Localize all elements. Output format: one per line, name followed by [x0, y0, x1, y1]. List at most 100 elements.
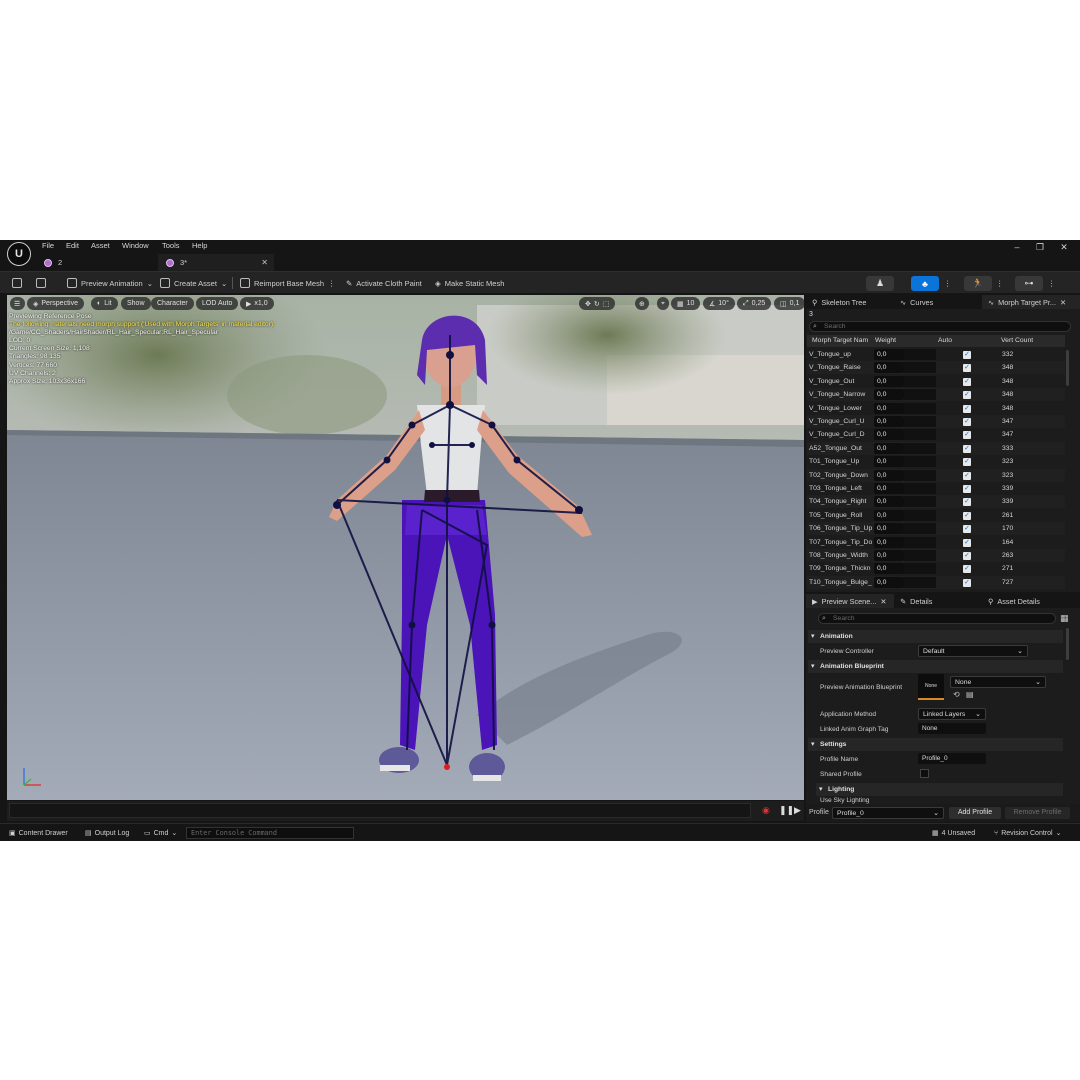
lod-button[interactable]: LOD Auto — [196, 297, 239, 310]
close-tab-icon[interactable]: ✕ — [880, 597, 886, 606]
morph-row[interactable]: V_Tongue_Lower 0,0 ✓ 348 — [807, 402, 1065, 415]
console-input[interactable]: Enter Console Command — [186, 827, 354, 839]
application-method-dropdown[interactable]: Linked Layers ⌄ — [918, 708, 986, 720]
maximize-icon[interactable]: ❐ — [1033, 242, 1047, 253]
morph-row[interactable]: V_Tongue_Narrow 0,0 ✓ 348 — [807, 388, 1065, 402]
morph-weight-slider[interactable] — [904, 362, 936, 374]
auto-checkbox[interactable]: ✓ — [963, 511, 971, 520]
col-weight[interactable]: Weight — [875, 337, 896, 344]
more-options-icon[interactable]: ⋮ — [996, 276, 1004, 290]
tab-curves[interactable]: ∿ Curves — [894, 295, 980, 309]
morph-weight-input[interactable]: 0,0 — [874, 523, 904, 535]
col-morph-name[interactable]: Morph Target Nam — [812, 337, 868, 344]
morph-weight-slider[interactable] — [904, 429, 936, 441]
cloth-paint-button[interactable]: ✎ Activate Cloth Paint — [346, 276, 422, 290]
morph-weight-input[interactable]: 0,0 — [874, 483, 904, 494]
cmd-dropdown[interactable]: ▭ Cmd ⌄ — [144, 827, 177, 839]
morph-weight-input[interactable]: 0,0 — [874, 536, 904, 548]
morph-row[interactable]: T04_Tongue_Right 0,0 ✓ 339 — [807, 495, 1065, 509]
tab-doc-3[interactable]: 3* ✕ — [158, 254, 274, 271]
section-lighting[interactable]: ▾ Lighting — [816, 783, 1063, 796]
auto-checkbox[interactable]: ✓ — [963, 391, 971, 400]
auto-checkbox[interactable]: ✓ — [963, 418, 971, 426]
morph-weight-slider[interactable] — [904, 456, 936, 468]
morph-weight-slider[interactable] — [904, 550, 936, 561]
auto-checkbox[interactable]: ✓ — [963, 377, 971, 386]
camera-speed-button[interactable]: ◫ 0,1 — [774, 297, 804, 310]
character-button[interactable]: Character — [151, 297, 194, 310]
morph-weight-slider[interactable] — [904, 509, 936, 521]
auto-checkbox[interactable]: ✓ — [963, 525, 971, 534]
viewport-menu-icon[interactable]: ☰ — [10, 297, 25, 310]
menu-edit[interactable]: Edit — [66, 241, 79, 250]
tab-doc-2[interactable]: 2 — [36, 254, 156, 271]
grid-snap-button[interactable]: ▦ 10 — [671, 297, 701, 310]
morph-row[interactable]: T06_Tongue_Tip_Up 0,0 ✓ 170 — [807, 522, 1065, 536]
morph-row[interactable]: V_Tongue_Curl_U 0,0 ✓ 347 — [807, 415, 1065, 428]
morph-weight-slider[interactable] — [904, 483, 936, 494]
morph-weight-slider[interactable] — [904, 523, 936, 535]
morph-scrollbar[interactable] — [1066, 350, 1069, 386]
remove-profile-button[interactable]: Remove Profile — [1005, 807, 1070, 819]
anim-bp-dropdown[interactable]: None ⌄ — [950, 676, 1046, 688]
morph-weight-slider[interactable] — [904, 402, 936, 414]
morph-search-input[interactable]: ⌕ Search — [809, 321, 1071, 332]
more-options-icon[interactable]: ⋮ — [944, 276, 952, 290]
browse-button[interactable] — [36, 276, 46, 290]
morph-weight-slider[interactable] — [904, 442, 936, 454]
morph-weight-input[interactable]: 0,0 — [874, 550, 904, 561]
details-search-input[interactable]: ⌕ Search — [818, 613, 1056, 624]
morph-weight-input[interactable]: 0,0 — [874, 469, 904, 481]
revision-control-button[interactable]: ⑂ Revision Control ⌄ — [994, 827, 1061, 839]
tab-preview-scene[interactable]: ▶ Preview Scene... ✕ — [806, 594, 894, 608]
unsaved-button[interactable]: ▦ 4 Unsaved — [932, 827, 975, 839]
section-settings[interactable]: ▾ Settings — [808, 738, 1063, 751]
menu-asset[interactable]: Asset — [91, 241, 110, 250]
transform-tools[interactable]: ✥ ↻ ⬚ — [579, 297, 616, 310]
morph-row[interactable]: T08_Tongue_Width 0,0 ✓ 263 — [807, 549, 1065, 562]
menu-file[interactable]: File — [42, 241, 54, 250]
morph-row[interactable]: T03_Tongue_Left 0,0 ✓ 339 — [807, 482, 1065, 495]
tab-morph-target-preview[interactable]: ∿ Morph Target Pr... ✕ — [982, 295, 1080, 309]
add-profile-button[interactable]: Add Profile — [949, 807, 1001, 819]
auto-checkbox[interactable]: ✓ — [963, 552, 971, 560]
morph-weight-slider[interactable] — [904, 576, 936, 588]
surface-snap-toggle[interactable]: ⌖ — [657, 297, 669, 310]
timeline-scrubber[interactable] — [9, 803, 751, 818]
preview-animation-button[interactable]: Preview Animation ⌄ — [67, 276, 153, 290]
menu-help[interactable]: Help — [192, 241, 207, 250]
auto-checkbox[interactable]: ✓ — [963, 444, 971, 453]
morph-weight-input[interactable]: 0,0 — [874, 442, 904, 454]
world-local-toggle[interactable]: ⊕ — [635, 297, 649, 310]
details-scrollbar[interactable] — [1066, 628, 1069, 660]
morph-row[interactable]: A52_Tongue_Out 0,0 ✓ 333 — [807, 441, 1065, 455]
morph-row[interactable]: T07_Tongue_Tip_Do 0,0 ✓ 164 — [807, 536, 1065, 549]
tab-asset-details[interactable]: ⚲ Asset Details — [982, 594, 1080, 608]
perspective-button[interactable]: ◈ Perspective — [27, 297, 84, 310]
morph-weight-slider[interactable] — [904, 536, 936, 548]
morph-weight-slider[interactable] — [904, 469, 936, 481]
morph-weight-input[interactable]: 0,0 — [874, 389, 904, 401]
col-auto[interactable]: Auto — [938, 337, 952, 344]
auto-checkbox[interactable]: ✓ — [963, 565, 971, 574]
morph-weight-input[interactable]: 0,0 — [874, 456, 904, 468]
minimize-icon[interactable]: – — [1010, 242, 1024, 252]
morph-row[interactable]: T02_Tongue_Down 0,0 ✓ 323 — [807, 468, 1065, 482]
save-button[interactable] — [12, 276, 22, 290]
morph-weight-slider[interactable] — [904, 496, 936, 508]
close-tab-icon[interactable]: ✕ — [1060, 298, 1066, 307]
shared-profile-checkbox[interactable] — [920, 769, 929, 778]
unreal-logo-icon[interactable]: U — [7, 242, 31, 266]
more-options-icon[interactable]: ⋮ — [328, 279, 336, 288]
animation-mode-button[interactable]: 🏃 — [964, 276, 992, 291]
auto-checkbox[interactable]: ✓ — [963, 485, 971, 493]
morph-row[interactable]: V_Tongue_Raise 0,0 ✓ 348 — [807, 361, 1065, 375]
morph-weight-slider[interactable] — [904, 375, 936, 387]
auto-checkbox[interactable]: ✓ — [963, 351, 971, 359]
profile-name-input[interactable]: Profile_0 — [918, 753, 986, 764]
morph-weight-input[interactable]: 0,0 — [874, 576, 904, 588]
section-animation-blueprint[interactable]: ▾ Animation Blueprint — [808, 660, 1063, 673]
auto-checkbox[interactable]: ✓ — [963, 538, 971, 547]
tab-details[interactable]: ✎ Details — [894, 594, 982, 608]
auto-checkbox[interactable]: ✓ — [963, 471, 971, 480]
